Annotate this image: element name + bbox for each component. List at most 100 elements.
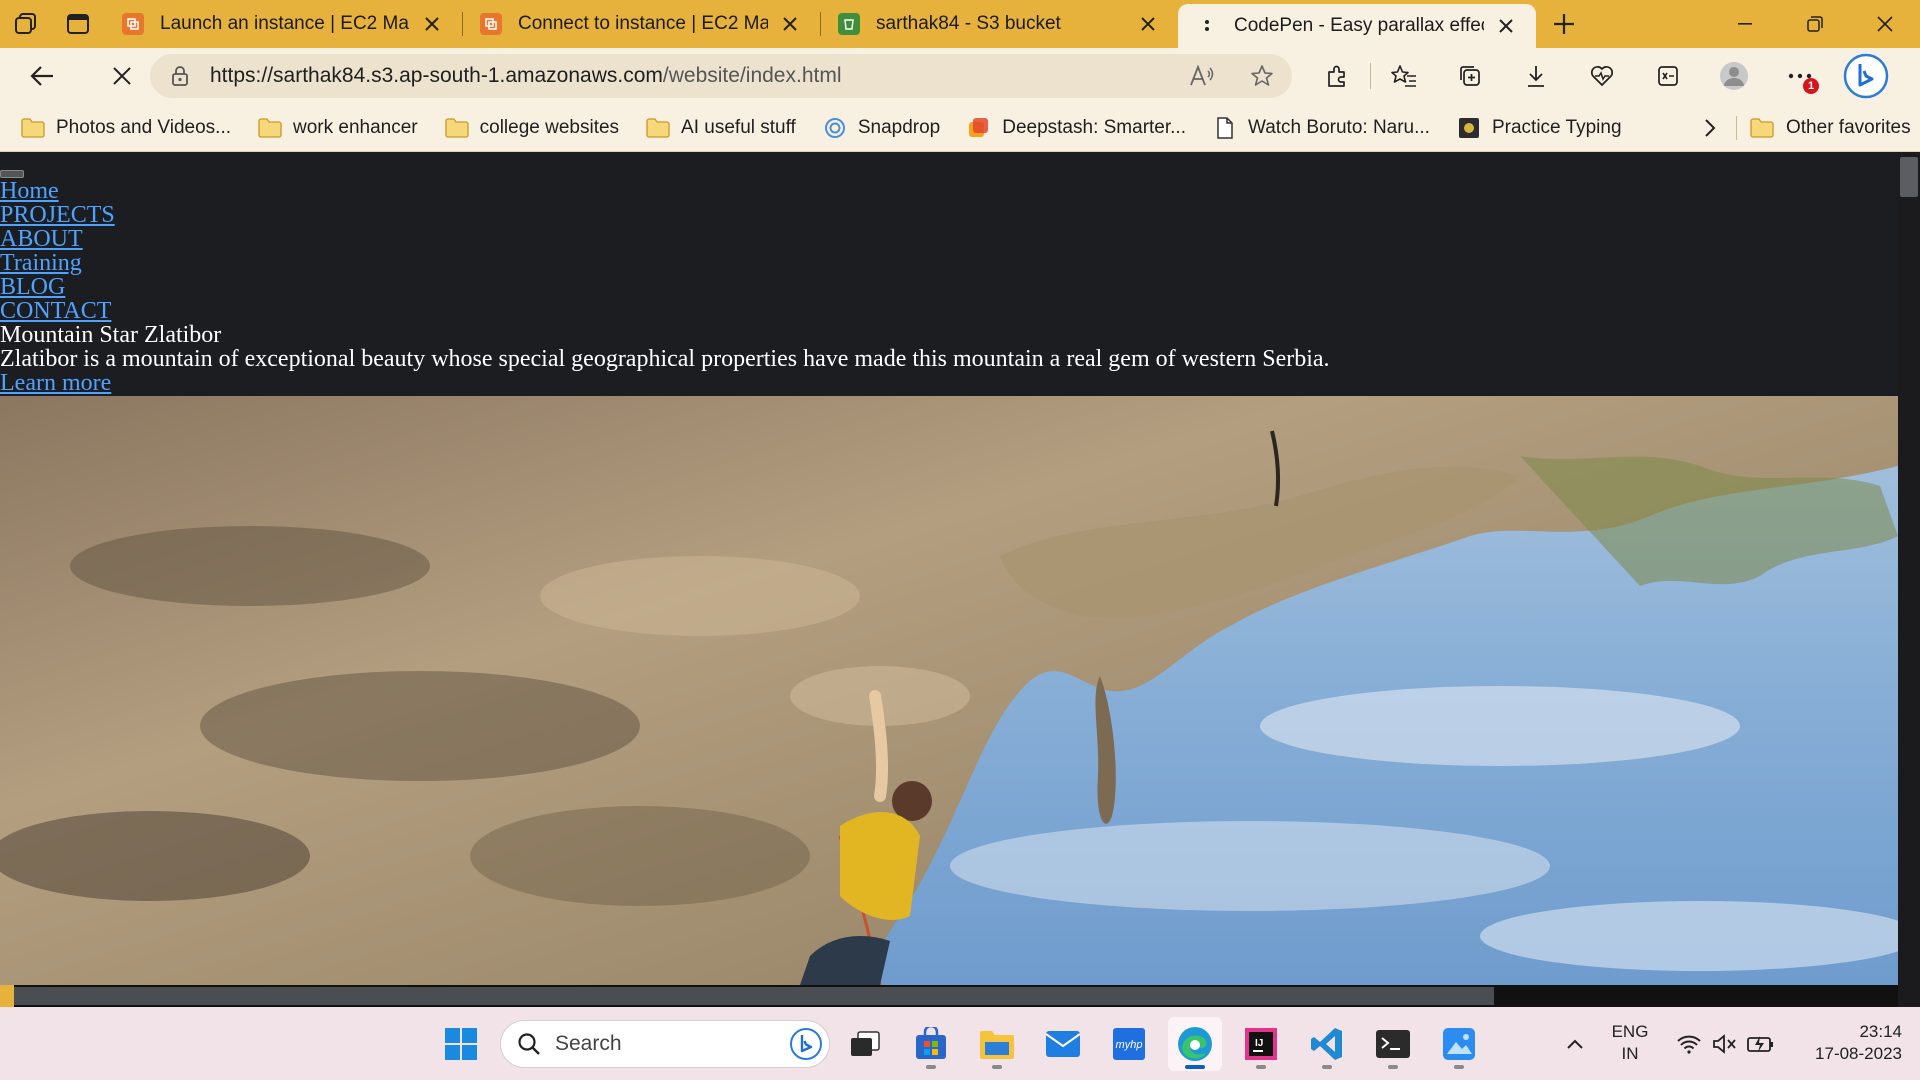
favorite-label: college websites: [479, 116, 620, 138]
bing-copilot-button[interactable]: [1833, 52, 1899, 100]
site-nav: Home PROJECTS ABOUT Training BLOG CONTAC…: [0, 179, 115, 323]
mail-icon: [1045, 1031, 1081, 1057]
star-favorite-icon[interactable]: [1232, 64, 1292, 88]
taskbar-app-explorer[interactable]: [970, 1017, 1024, 1071]
close-tab-icon[interactable]: [418, 10, 446, 38]
back-button[interactable]: [14, 52, 70, 100]
favorite-item[interactable]: Watch Boruto: Naru...: [1212, 117, 1430, 139]
lock-icon[interactable]: [150, 65, 210, 87]
browser-essentials-button[interactable]: [1569, 52, 1635, 100]
photos-icon: [1443, 1028, 1475, 1060]
show-hidden-icons-button[interactable]: [1560, 1007, 1590, 1080]
taskbar-app-photos[interactable]: [1432, 1017, 1486, 1071]
horizontal-scrollbar[interactable]: [0, 985, 1898, 1007]
taskbar-app-terminal[interactable]: [1366, 1017, 1420, 1071]
close-tab-icon[interactable]: [1492, 12, 1520, 40]
nav-link-about[interactable]: ABOUT: [0, 227, 115, 251]
running-indicator: [1388, 1065, 1398, 1069]
favorite-item[interactable]: Deepstash: Smarter...: [966, 117, 1186, 139]
other-favorites-label: Other favorites: [1786, 117, 1911, 138]
collections-icon: [1460, 66, 1480, 86]
plus-icon: [1554, 14, 1574, 34]
favorites-button[interactable]: [1371, 52, 1437, 100]
taskbar-search[interactable]: Search: [500, 1020, 830, 1068]
tab-actions-button[interactable]: [52, 0, 104, 48]
scrollbar-thumb[interactable]: [1900, 157, 1918, 197]
clock[interactable]: 23:14 17-08-2023: [1782, 1021, 1902, 1065]
running-indicator: [1185, 1065, 1205, 1069]
new-tab-button[interactable]: [1536, 0, 1592, 48]
region-code: IN: [1621, 1044, 1639, 1063]
folder-icon: [20, 117, 46, 139]
read-aloud-icon[interactable]: [1172, 65, 1232, 87]
taskbar-app-myhp[interactable]: myhp: [1102, 1017, 1156, 1071]
favorite-item[interactable]: Photos and Videos...: [20, 117, 231, 139]
favorite-item[interactable]: work enhancer: [257, 117, 418, 139]
nav-link-training[interactable]: Training: [0, 251, 115, 275]
volume-status[interactable]: [1708, 1007, 1742, 1080]
intellij-icon: IJ: [1245, 1028, 1277, 1060]
running-indicator: [1322, 1065, 1332, 1069]
terminal-icon: [1376, 1030, 1410, 1058]
battery-status[interactable]: [1744, 1007, 1778, 1080]
language-code: ENG: [1611, 1022, 1649, 1041]
math-solver-icon: [1658, 66, 1678, 86]
nav-link-contact[interactable]: CONTACT: [0, 299, 115, 323]
close-tab-icon[interactable]: [1134, 10, 1162, 38]
language-indicator[interactable]: ENG IN: [1600, 1021, 1660, 1065]
collections-button[interactable]: [1437, 52, 1503, 100]
battery-charging-icon: [1747, 1035, 1773, 1052]
extensions-button[interactable]: [1304, 52, 1370, 100]
tab-ec2-launch[interactable]: Launch an instance | EC2 Manag: [104, 0, 462, 48]
edge-icon: [1178, 1027, 1212, 1061]
settings-more-button[interactable]: 1: [1767, 52, 1833, 100]
menu-toggle-button[interactable]: [0, 170, 24, 178]
taskbar-app-intellij[interactable]: IJ: [1234, 1017, 1288, 1071]
tab-ec2-connect[interactable]: Connect to instance | EC2 Manag: [462, 0, 820, 48]
clock-time: 23:14: [1859, 1022, 1902, 1041]
workspaces-icon: [15, 13, 36, 34]
learn-more-link[interactable]: Learn more: [0, 371, 111, 395]
wifi-status[interactable]: [1672, 1007, 1706, 1080]
close-window-button[interactable]: [1850, 0, 1920, 48]
favorite-label: Snapdrop: [857, 116, 941, 138]
task-view-icon: [851, 1031, 880, 1056]
math-solver-button[interactable]: [1635, 52, 1701, 100]
chevron-right-icon: [1705, 119, 1716, 137]
task-view-button[interactable]: [838, 1017, 892, 1071]
workspaces-button[interactable]: [0, 0, 52, 48]
downloads-button[interactable]: [1503, 52, 1569, 100]
tab-strip: Launch an instance | EC2 Manag Connect t…: [0, 0, 1920, 48]
close-tab-icon[interactable]: [776, 10, 804, 38]
start-button[interactable]: [434, 1017, 488, 1071]
scrollbar-thumb[interactable]: [14, 987, 1494, 1005]
url-text[interactable]: https://sarthak84.s3.ap-south-1.amazonaw…: [210, 64, 1172, 88]
favorite-item[interactable]: college websites: [444, 117, 619, 139]
loading-dots-icon: [1196, 15, 1218, 37]
taskbar-app-store[interactable]: [904, 1017, 958, 1071]
nav-link-home[interactable]: Home: [0, 179, 115, 203]
file-explorer-icon: [980, 1031, 1014, 1059]
stop-loading-button[interactable]: [94, 52, 150, 100]
taskbar-app-edge[interactable]: [1168, 1017, 1222, 1071]
nav-link-blog[interactable]: BLOG: [0, 275, 115, 299]
favorite-item[interactable]: Snapdrop: [822, 117, 940, 139]
folder-icon: [1750, 118, 1776, 138]
favorites-overflow-button[interactable]: [1694, 104, 1726, 152]
nav-link-projects[interactable]: PROJECTS: [0, 203, 115, 227]
vertical-scrollbar[interactable]: [1898, 153, 1920, 1007]
other-favorites[interactable]: Other favorites: [1750, 104, 1911, 152]
tab-s3-bucket[interactable]: sarthak84 - S3 bucket: [820, 0, 1178, 48]
tab-codepen[interactable]: CodePen - Easy parallax effect w: [1178, 4, 1536, 48]
store-icon: [916, 1027, 946, 1059]
address-bar[interactable]: https://sarthak84.s3.ap-south-1.amazonaw…: [150, 54, 1292, 98]
favorite-item[interactable]: AI useful stuff: [645, 117, 796, 139]
taskbar: Search myhp IJ ENG IN 23:14 17-08-2023: [0, 1007, 1920, 1080]
taskbar-app-vscode[interactable]: [1300, 1017, 1354, 1071]
taskbar-app-mail[interactable]: [1036, 1017, 1090, 1071]
favorite-item[interactable]: Practice Typing: [1456, 117, 1622, 139]
minimize-button[interactable]: [1710, 0, 1780, 48]
favorite-label: Photos and Videos...: [56, 116, 231, 138]
restore-button[interactable]: [1780, 0, 1850, 48]
profile-button[interactable]: [1701, 52, 1767, 100]
